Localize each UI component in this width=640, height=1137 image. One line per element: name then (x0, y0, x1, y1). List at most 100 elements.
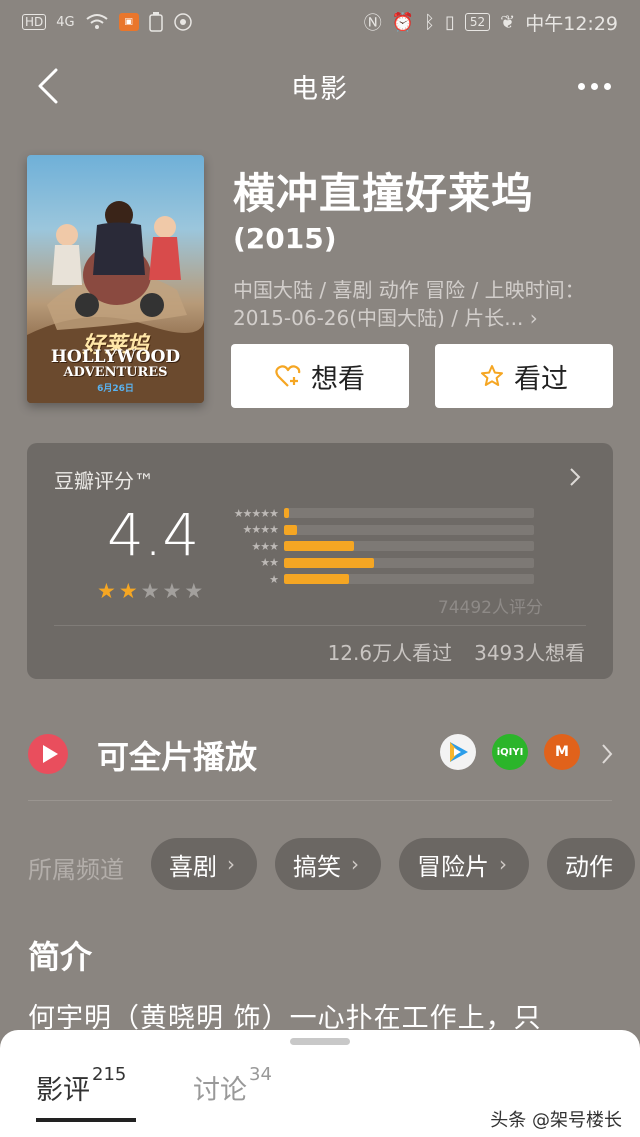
wifi-icon (86, 14, 108, 29)
channel-label: 所属频道 (28, 856, 124, 884)
tab-label: 讨论 (193, 1075, 247, 1106)
status-right: Ⓝ ⏰ ᛒ ▯ 52 ❦ 中午12:29 (364, 9, 618, 36)
battery-saver-icon (148, 12, 163, 32)
channel-chip-label: 搞笑 (293, 852, 341, 881)
rating-card[interactable]: 豆瓣评分™ 4.4 ★ ★ ★ ★ ★ ★★★★★ ★★★★ ★★★ ★★ ★ 74492人评分… (27, 443, 613, 679)
channel-chip[interactable]: 动作 (547, 838, 635, 890)
iqiyi-icon: iQIYI (492, 734, 528, 770)
app-notification-icon: ▣ (118, 13, 139, 31)
want-count: 3493人想看 (474, 641, 585, 665)
platform-list: iQIYI M (440, 734, 580, 770)
channel-chip[interactable]: 喜剧 › (151, 838, 257, 890)
tab-discussions[interactable]: 讨论 34 (193, 1064, 272, 1107)
chevron-right-icon: › (499, 852, 507, 876)
poster-date: 6月26日 (97, 384, 134, 394)
star-filled-icon: ★ (118, 579, 138, 603)
want-label: 想看 (311, 363, 365, 395)
distribution-bar (284, 574, 349, 585)
nav-bar: 电影 (0, 50, 640, 122)
poster-en-title: HOLLYWOOD (50, 347, 181, 367)
distribution-track (284, 574, 534, 585)
distribution-bar (284, 541, 354, 552)
tab-count: 215 (92, 1064, 127, 1085)
tencent-video-icon (440, 734, 476, 770)
distribution-track (284, 541, 534, 552)
movie-title: 横冲直撞好莱坞 (233, 169, 535, 218)
play-label: 可全片播放 (97, 738, 258, 776)
alarm-icon: ⏰ (391, 11, 415, 33)
movie-poster[interactable]: 好莱坞 HOLLYWOOD ADVENTURES 6月26日 (27, 155, 204, 403)
star-empty-icon: ★ (162, 579, 182, 603)
distribution-track (284, 524, 534, 535)
distribution-row: ★ (222, 571, 552, 588)
status-time: 中午12:29 (525, 12, 618, 35)
distribution-row: ★★★★ (222, 522, 552, 539)
page-title: 电影 (291, 73, 349, 105)
star-empty-icon: ★ (184, 579, 204, 603)
distribution-stars: ★★★ (251, 539, 279, 553)
drag-handle[interactable] (290, 1038, 350, 1045)
poster-en-subtitle: ADVENTURES (63, 365, 168, 380)
channel-chip[interactable]: 搞笑 › (275, 838, 381, 890)
distribution-stars: ★★ (260, 556, 279, 570)
bottom-sheet[interactable]: 影评 215 讨论 34 头条 @架号楼长 (0, 1030, 640, 1137)
chevron-right-icon: › (351, 852, 359, 876)
channel-chip-label: 动作 (565, 852, 613, 881)
distribution-stars: ★ (269, 572, 279, 586)
status-bar: HD 4G ▣ Ⓝ ⏰ ᛒ ▯ 52 ❦ 中午12:29 (0, 0, 640, 44)
rating-stars: ★ ★ ★ ★ ★ (97, 581, 203, 602)
more-dot-icon (603, 82, 611, 90)
distribution-track (284, 508, 534, 519)
leaf-icon: ❦ (500, 11, 516, 33)
star-filled-icon: ★ (97, 579, 116, 603)
chevron-right-icon: › (523, 306, 538, 330)
distribution-bar (284, 557, 374, 568)
heart-plus-icon (275, 365, 301, 387)
more-dot-icon (577, 82, 585, 90)
battery-icon: 52 (464, 13, 491, 31)
divider (54, 625, 586, 626)
chevron-right-icon (602, 744, 613, 764)
seen-label: 看过 (514, 363, 568, 395)
vibrate-icon: ▯ (444, 11, 455, 33)
signal-icon: 4G (56, 14, 75, 30)
more-button[interactable] (572, 66, 616, 106)
play-icon (28, 734, 68, 774)
hd-icon: HD (22, 14, 47, 30)
distribution-stars: ★★★★★ (233, 506, 279, 520)
chevron-right-icon: › (227, 852, 235, 876)
status-left: HD 4G ▣ (22, 12, 193, 32)
seen-button[interactable]: 看过 (435, 344, 613, 408)
distribution-bar (284, 524, 297, 535)
tab-reviews[interactable]: 影评 215 (36, 1064, 126, 1107)
want-button[interactable]: 想看 (231, 344, 409, 408)
rating-footer: 12.6万人看过 3493人想看 (328, 637, 585, 666)
bluetooth-icon: ᛒ (424, 11, 435, 33)
intro-title: 简介 (28, 938, 93, 976)
nfc-icon: Ⓝ (363, 13, 382, 34)
distribution-row: ★★ (222, 555, 552, 572)
active-tab-indicator (36, 1118, 136, 1122)
star-outline-icon (481, 365, 503, 386)
rating-distribution: ★★★★★ ★★★★ ★★★ ★★ ★ (222, 505, 552, 588)
chevron-right-icon (570, 468, 581, 486)
tab-count: 34 (249, 1064, 272, 1085)
mgtv-icon: M (544, 734, 580, 770)
channel-chip-label: 喜剧 (169, 852, 217, 881)
movie-year: (2015) (233, 222, 337, 255)
divider (28, 800, 612, 801)
tab-label: 影评 (36, 1075, 90, 1106)
rating-score: 4.4 (107, 501, 200, 569)
distribution-stars: ★★★★ (242, 523, 279, 537)
channel-chip-label: 冒险片 (417, 852, 489, 881)
channel-chips: 喜剧 › 搞笑 › 冒险片 › 动作 (151, 838, 635, 890)
watched-count: 12.6万人看过 (327, 641, 453, 665)
rating-label: 豆瓣评分™ (54, 469, 154, 493)
distribution-track (284, 557, 534, 568)
movie-meta[interactable]: 中国大陆 / 喜剧 动作 冒险 / 上映时间：2015-06-26(中国大陆) … (233, 276, 593, 332)
play-row[interactable]: 可全片播放 iQIYI M (0, 720, 640, 790)
more-dot-icon (590, 82, 598, 90)
distribution-row: ★★★★★ (222, 505, 552, 522)
channel-chip[interactable]: 冒险片 › (399, 838, 529, 890)
back-button[interactable] (28, 66, 68, 106)
